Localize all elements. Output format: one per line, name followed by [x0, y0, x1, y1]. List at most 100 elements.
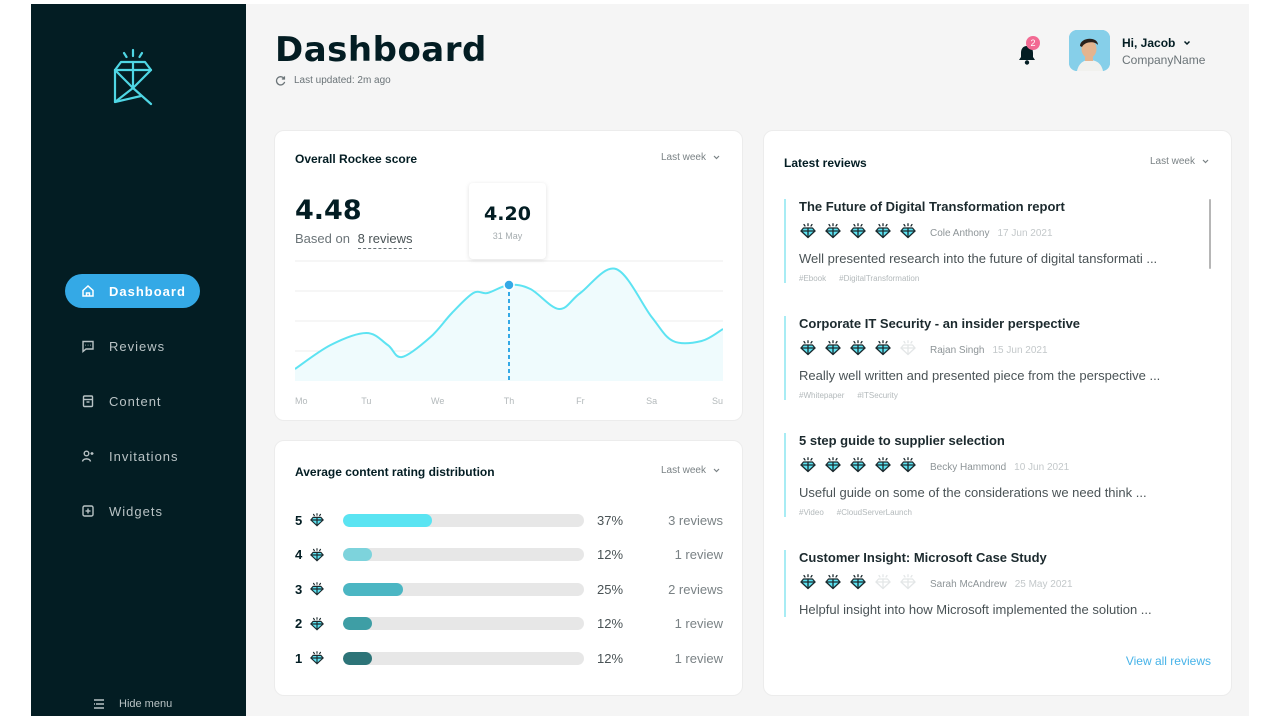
rating-percent: 25% — [597, 581, 624, 597]
hide-menu-label: Hide menu — [119, 698, 173, 710]
diamond-icon — [309, 582, 325, 596]
review-item[interactable]: 5 step guide to supplier selection Becky … — [784, 433, 1209, 517]
logo-icon[interactable] — [111, 48, 155, 106]
review-title[interactable]: Corporate IT Security - an insider persp… — [799, 316, 1209, 334]
rating-percent: 12% — [597, 650, 624, 666]
review-item[interactable]: Customer Insight: Microsoft Case Study Sa… — [784, 550, 1209, 617]
diamond-empty-icon — [874, 573, 899, 595]
app-frame: Dashboard Reviews Content Invitations Wi… — [31, 4, 1249, 716]
diamond-filled-icon — [799, 573, 824, 595]
review-rating — [799, 456, 924, 478]
review-author: Becky Hammond — [930, 461, 1007, 473]
rating-number: 1 — [295, 650, 303, 666]
sidebar-item-widgets[interactable]: Widgets — [65, 494, 215, 528]
review-item[interactable]: The Future of Digital Transformation rep… — [784, 199, 1209, 283]
review-date: 17 Jun 2021 — [997, 227, 1053, 239]
x-tick-label: Th — [504, 396, 515, 406]
diamond-icon — [309, 651, 325, 665]
chevron-down-icon — [713, 155, 720, 160]
chevron-down-icon — [713, 468, 720, 473]
review-date: 25 May 2021 — [1014, 578, 1073, 590]
distribution-period-select[interactable]: Last week — [661, 465, 720, 476]
diamond-icon — [309, 547, 325, 562]
notification-badge: 2 — [1026, 36, 1040, 50]
chart-tooltip: 4.20 31 May — [469, 183, 546, 259]
sidebar-item-label: Dashboard — [109, 283, 186, 299]
diamond-filled-icon — [899, 222, 924, 244]
rating-bar-track — [343, 651, 584, 665]
review-meta: Becky Hammond 10 Jun 2021 — [799, 456, 1209, 478]
diamond-filled-icon — [799, 339, 824, 361]
rating-percent: 12% — [597, 616, 624, 631]
diamond-icon — [309, 513, 325, 527]
overall-score: 4.48 — [295, 195, 362, 226]
review-tag[interactable]: #DigitalTransformation — [839, 274, 919, 283]
rating-bar-fill — [343, 513, 433, 527]
review-tag[interactable]: #Ebook — [799, 274, 826, 283]
review-excerpt: Well presented research into the future … — [799, 251, 1158, 266]
diamond-filled-icon — [874, 456, 899, 478]
avatar[interactable] — [1069, 30, 1110, 71]
review-author: Cole Anthony — [930, 227, 990, 239]
rating-bar-fill — [343, 582, 404, 596]
review-item[interactable]: Corporate IT Security - an insider persp… — [784, 316, 1209, 400]
period-label: Last week — [660, 465, 706, 476]
review-meta: Sarah McAndrew 25 May 2021 — [799, 573, 1209, 595]
review-meta: Rajan Singh 15 Jun 2021 — [799, 339, 1209, 361]
review-tag[interactable]: #ITSecurity — [857, 391, 897, 400]
page-title: Dashboard — [275, 30, 487, 70]
sidebar-item-content[interactable]: Content — [65, 384, 215, 418]
reviews-period-select[interactable]: Last week — [1150, 156, 1209, 167]
review-tags: #Whitepaper #ITSecurity — [799, 391, 1209, 400]
chevron-down-icon — [1202, 159, 1209, 164]
rating-bar-track — [343, 582, 584, 596]
x-tick-label: Mo — [295, 396, 308, 406]
x-tick-label: Sa — [646, 396, 657, 406]
view-all-reviews-link[interactable]: View all reviews — [1126, 654, 1211, 668]
review-tag[interactable]: #Whitepaper — [799, 391, 844, 400]
rating-row: 4 12% 1 review — [295, 545, 723, 565]
sidebar-item-reviews[interactable]: Reviews — [65, 329, 215, 363]
review-tag[interactable]: #CloudServerLaunch — [837, 508, 912, 517]
refresh-icon[interactable] — [275, 75, 286, 86]
diamond-filled-icon — [824, 222, 849, 244]
review-tags: #Ebook #DigitalTransformation — [799, 274, 1209, 283]
tooltip-date: 31 May — [492, 231, 523, 241]
review-title[interactable]: The Future of Digital Transformation rep… — [799, 199, 1209, 217]
diamond-filled-icon — [824, 456, 849, 478]
review-tag[interactable]: #Video — [799, 508, 824, 517]
last-updated: Last updated: 2m ago — [275, 75, 391, 86]
period-label: Last week — [1149, 156, 1195, 167]
distribution-card: Average content rating distribution Last… — [274, 440, 743, 696]
period-label: Last week — [660, 152, 706, 163]
diamond-icon — [309, 616, 325, 631]
rating-count: 1 review — [674, 547, 723, 562]
sidebar-item-invitations[interactable]: Invitations — [65, 439, 215, 473]
reviews-scrollbar[interactable] — [1209, 199, 1211, 269]
x-tick-label: We — [431, 396, 444, 406]
plus-square-icon — [81, 504, 95, 518]
review-author: Rajan Singh — [930, 344, 985, 356]
rating-bar-fill — [343, 548, 372, 561]
review-title[interactable]: 5 step guide to supplier selection — [799, 433, 1209, 451]
diamond-filled-icon — [824, 573, 849, 595]
score-line-chart[interactable]: Mo Tu We Th Fr Sa Su — [295, 246, 723, 416]
distribution-card-title: Average content rating distribution — [295, 465, 495, 479]
review-title[interactable]: Customer Insight: Microsoft Case Study — [799, 550, 1209, 568]
rating-number: 2 — [295, 616, 303, 631]
review-tags: #Video #CloudServerLaunch — [799, 508, 1209, 517]
chevron-down-icon — [1184, 40, 1191, 46]
menu-collapse-icon — [93, 699, 105, 709]
score-card-title: Overall Rockee score — [295, 152, 418, 166]
user-menu[interactable]: Hi, Jacob — [1122, 36, 1191, 50]
sidebar-item-dashboard[interactable]: Dashboard — [65, 274, 200, 308]
rating-row: 1 12% 1 review — [295, 648, 723, 668]
tooltip-value: 4.20 — [484, 203, 531, 225]
hide-menu-button[interactable]: Hide menu — [93, 698, 172, 710]
sidebar-item-label: Invitations — [109, 448, 179, 464]
rating-count: 1 review — [674, 616, 723, 631]
diamond-empty-icon — [899, 573, 924, 595]
score-period-select[interactable]: Last week — [661, 152, 720, 163]
rating-count: 2 reviews — [668, 581, 723, 597]
rating-bar-track — [343, 513, 584, 527]
